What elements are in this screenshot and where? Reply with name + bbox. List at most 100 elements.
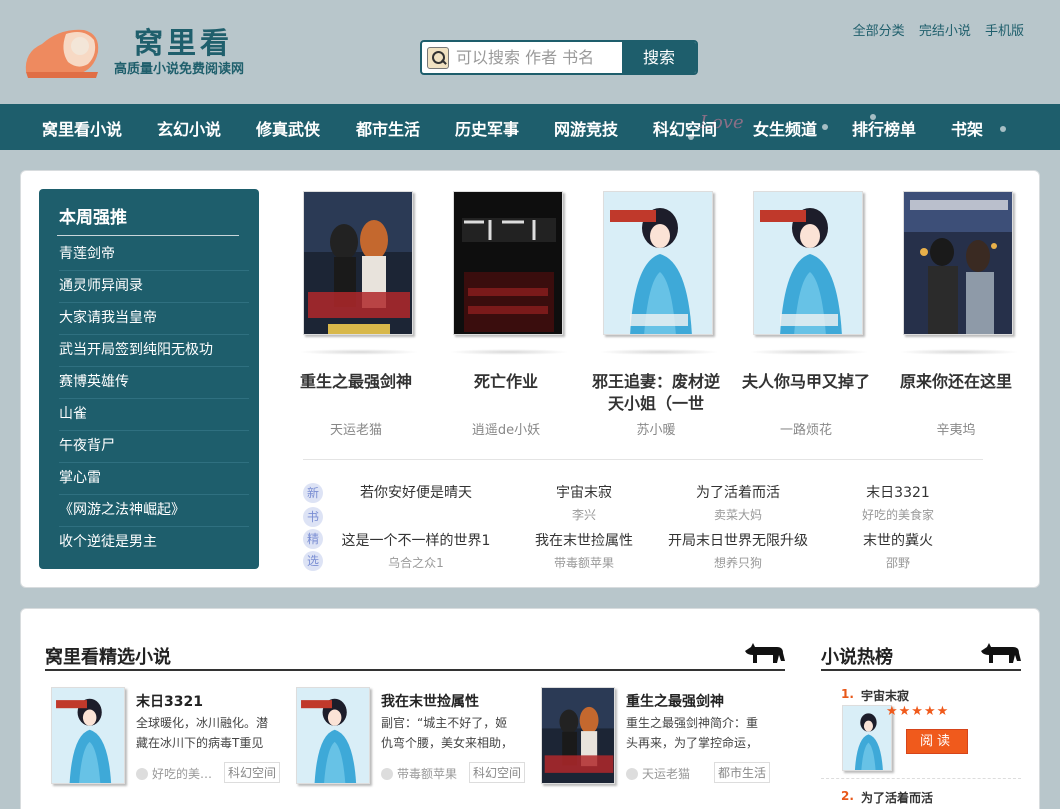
new-book-title[interactable]: 为了活着而活 xyxy=(653,482,823,502)
nav-item-dushi[interactable]: 都市生活 xyxy=(356,116,420,140)
cover-sword-image xyxy=(542,688,614,783)
weekly-item[interactable]: 青莲剑帝 xyxy=(59,239,249,271)
weekly-item[interactable]: 武当开局签到纯阳无极功 xyxy=(59,335,249,367)
cover-dark-image xyxy=(454,192,562,334)
cover-shadow xyxy=(299,349,419,355)
link-mobile[interactable]: 手机版 xyxy=(985,24,1024,39)
search-icon xyxy=(427,47,449,69)
link-completed[interactable]: 完结小说 xyxy=(919,24,971,39)
book-title[interactable]: 死亡作业 xyxy=(441,371,571,415)
cover-blue-image xyxy=(52,688,124,783)
nav-item-nvsheng[interactable]: 女生频道 xyxy=(753,116,817,140)
hot-book-title[interactable]: 宇宙末寂 xyxy=(861,687,909,704)
nav-item-xiuzhen[interactable]: 修真武侠 xyxy=(256,116,320,140)
weekly-item[interactable]: 午夜背尸 xyxy=(59,431,249,463)
weekly-item[interactable]: 山雀 xyxy=(59,399,249,431)
pick-author[interactable]: 带毒额苹果 xyxy=(381,765,457,782)
book-cover[interactable] xyxy=(453,191,563,335)
nav-item-wangyou[interactable]: 网游竞技 xyxy=(554,116,618,140)
new-book-author[interactable]: 卖菜大妈 xyxy=(653,506,823,523)
new-book-title[interactable]: 这是一个不一样的世界1 xyxy=(331,530,501,550)
rating-stars: ★★★★★ xyxy=(886,704,950,719)
new-book-title[interactable]: 末日3321 xyxy=(813,482,983,502)
book-cover[interactable] xyxy=(603,191,713,335)
header: 窝里看 高质量小说免费阅读网 搜索 全部分类 完结小说 手机版 xyxy=(0,0,1060,104)
weekly-item[interactable]: 赛博英雄传 xyxy=(59,367,249,399)
pick-author[interactable]: 好吃的美… xyxy=(136,765,212,782)
hot-book-title[interactable]: 为了活着而活 xyxy=(861,789,933,806)
avatar xyxy=(626,768,638,780)
book-cover[interactable] xyxy=(303,191,413,335)
nav-item-shujia[interactable]: 书架 xyxy=(951,116,983,140)
new-book-author[interactable]: 带毒额苹果 xyxy=(499,554,669,571)
pick-title[interactable]: 末日3321 xyxy=(136,691,203,711)
pick-cover[interactable] xyxy=(296,687,370,784)
section-title: 窝里看精选小说 xyxy=(45,647,171,668)
pick-category-tag[interactable]: 都市生活 xyxy=(714,762,771,783)
book-title[interactable]: 重生之最强剑神 xyxy=(291,371,421,415)
book-cover[interactable] xyxy=(903,191,1013,335)
nav-item-paihang[interactable]: 排行榜单 xyxy=(852,116,916,140)
pick-category-tag[interactable]: 科幻空间 xyxy=(469,762,526,783)
cover-blue-image xyxy=(297,688,369,783)
new-book-title[interactable]: 若你安好便是晴天 xyxy=(331,482,501,502)
weekly-item[interactable]: 通灵师异闻录 xyxy=(59,271,249,303)
new-book-title[interactable]: 末世的冀火 xyxy=(813,530,983,550)
logo-title[interactable]: 窝里看 xyxy=(134,20,233,62)
weekly-item[interactable]: 《网游之法神崛起》 xyxy=(59,495,249,527)
weekly-item[interactable]: 大家请我当皇帝 xyxy=(59,303,249,335)
decor-dot xyxy=(1000,126,1006,132)
weekly-item[interactable]: 掌心雷 xyxy=(59,463,249,495)
new-book-author[interactable]: 邵野 xyxy=(813,554,983,571)
pick-author-name: 带毒额苹果 xyxy=(397,767,458,781)
pick-cover[interactable] xyxy=(51,687,125,784)
hot-list-item[interactable]: 2. 为了活着而活 xyxy=(821,779,1021,809)
cover-shadow xyxy=(899,349,1019,355)
book-title[interactable]: 夫人你马甲又掉了 xyxy=(741,371,871,415)
nav-item-home[interactable]: 窝里看小说 xyxy=(42,116,122,140)
book-title[interactable]: 原来你还在这里 xyxy=(891,371,1021,415)
book-author[interactable]: 天运老猫 xyxy=(291,419,421,438)
cover-blue-image xyxy=(604,192,712,334)
new-book-title[interactable]: 宇宙末寂 xyxy=(499,482,669,502)
new-book-title[interactable]: 开局末日世界无限升级 xyxy=(653,530,823,550)
search-input[interactable] xyxy=(456,42,622,73)
pick-description: 全球暖化，冰川融化。潜藏在冰川下的病毒T重见天日 xyxy=(136,716,269,750)
main-nav: Love 窝里看小说 玄幻小说 修真武侠 都市生活 历史军事 网游竞技 科幻空间… xyxy=(0,104,1060,150)
read-button[interactable]: 阅读 xyxy=(906,729,968,754)
new-books-tag: 精 xyxy=(303,529,323,549)
pick-description: 重生之最强剑神简介：重头再来，为了掌控命运，再次 xyxy=(626,716,759,750)
new-book-author[interactable]: 李兴 xyxy=(499,506,669,523)
pick-category-tag[interactable]: 科幻空间 xyxy=(224,762,281,783)
bull-icon xyxy=(981,643,1021,663)
pick-author-name: 好吃的美… xyxy=(152,767,213,781)
nav-item-lishi[interactable]: 历史军事 xyxy=(455,116,519,140)
pick-title[interactable]: 重生之最强剑神 xyxy=(626,691,724,711)
weekly-item[interactable]: 收个逆徒是男主 xyxy=(59,527,249,559)
cover-shadow xyxy=(749,349,869,355)
new-book-author[interactable]: 想养只狗 xyxy=(653,554,823,571)
weekly-list: 青莲剑帝 通灵师异闻录 大家请我当皇帝 武当开局签到纯阳无极功 赛博英雄传 山雀… xyxy=(59,239,249,559)
hot-cover[interactable] xyxy=(842,705,892,771)
new-book-author[interactable]: 好吃的美食家 xyxy=(813,506,983,523)
cover-shadow xyxy=(449,349,569,355)
nav-item-kehuan[interactable]: 科幻空间 xyxy=(653,116,717,140)
search-box: 搜索 xyxy=(420,40,698,75)
book-author[interactable]: 一路烦花 xyxy=(741,419,871,438)
pick-author[interactable]: 天运老猫 xyxy=(626,765,690,782)
link-all-categories[interactable]: 全部分类 xyxy=(853,24,905,39)
new-book-title[interactable]: 我在末世捡属性 xyxy=(499,530,669,550)
book-author[interactable]: 苏小暖 xyxy=(591,419,721,438)
top-links: 全部分类 完结小说 手机版 xyxy=(843,20,1024,39)
divider xyxy=(57,235,239,236)
pick-title[interactable]: 我在末世捡属性 xyxy=(381,691,479,711)
new-book-author[interactable]: 乌合之众1 xyxy=(331,554,501,571)
book-author[interactable]: 辛夷坞 xyxy=(891,419,1021,438)
book-title[interactable]: 邪王追妻：废材逆天小姐（一世 xyxy=(591,371,721,415)
nav-item-xuanhuan[interactable]: 玄幻小说 xyxy=(157,116,221,140)
book-cover[interactable] xyxy=(753,191,863,335)
search-button[interactable]: 搜索 xyxy=(622,42,696,73)
logo-icon[interactable] xyxy=(22,22,102,78)
book-author[interactable]: 逍遥de小妖 xyxy=(441,419,571,438)
pick-cover[interactable] xyxy=(541,687,615,784)
